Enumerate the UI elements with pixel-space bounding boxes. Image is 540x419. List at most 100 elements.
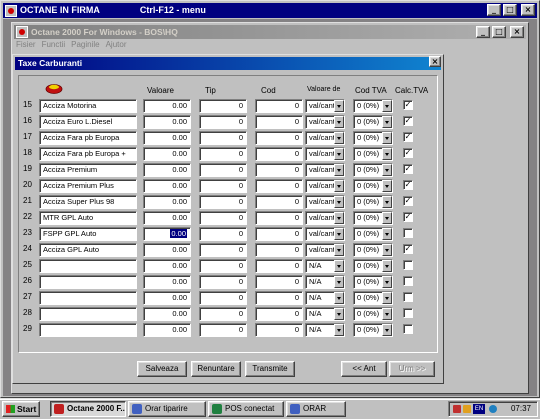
cod-field[interactable]: 0 <box>255 275 303 289</box>
inner-maximize-button[interactable]: □ <box>492 26 506 38</box>
cancel-button[interactable]: Renuntare <box>191 361 241 377</box>
previous-button[interactable]: << Ant <box>341 361 387 377</box>
valoare-de-select[interactable]: val/cant <box>305 115 345 129</box>
tax-name-field[interactable] <box>39 307 137 321</box>
chevron-down-icon[interactable] <box>334 148 344 160</box>
chevron-down-icon[interactable] <box>334 228 344 240</box>
inner-title-bar[interactable]: Octane 2000 For Windows - BOS\HQ _ □ × <box>14 25 526 39</box>
tax-name-field[interactable]: Acciza Premium <box>39 163 137 177</box>
tax-name-field[interactable]: FSPP GPL Auto <box>39 227 137 241</box>
cod-field[interactable]: 0 <box>255 307 303 321</box>
chevron-down-icon[interactable] <box>382 308 392 320</box>
valoare-field[interactable]: 0.00 <box>143 195 191 209</box>
chevron-down-icon[interactable] <box>334 212 344 224</box>
cod-field[interactable]: 0 <box>255 115 303 129</box>
calc-tva-checkbox[interactable]: ✓ <box>403 244 413 254</box>
chevron-down-icon[interactable] <box>334 260 344 272</box>
valoare-field[interactable]: 0.00 <box>143 211 191 225</box>
cod-field[interactable]: 0 <box>255 243 303 257</box>
cod-field[interactable]: 0 <box>255 195 303 209</box>
cod-tva-select[interactable]: 0 (0%) <box>353 323 393 337</box>
tip-field[interactable]: 0 <box>199 131 247 145</box>
chevron-down-icon[interactable] <box>382 132 392 144</box>
calc-tva-checkbox[interactable]: ✓ <box>403 180 413 190</box>
tip-field[interactable]: 0 <box>199 147 247 161</box>
cod-field[interactable]: 0 <box>255 211 303 225</box>
send-button[interactable]: Transmite <box>245 361 295 377</box>
valoare-field[interactable]: 0.00 <box>143 99 191 113</box>
cod-field[interactable]: 0 <box>255 179 303 193</box>
chevron-down-icon[interactable] <box>382 116 392 128</box>
cod-tva-select[interactable]: 0 (0%) <box>353 243 393 257</box>
main-title-bar[interactable]: OCTANE IN FIRMA Ctrl-F12 - menu _ □ × <box>3 3 537 18</box>
chevron-down-icon[interactable] <box>382 196 392 208</box>
taskbar-task[interactable]: POS conectat <box>208 401 284 417</box>
calc-tva-checkbox[interactable]: ✓ <box>403 212 413 222</box>
cod-tva-select[interactable]: 0 (0%) <box>353 275 393 289</box>
valoare-field[interactable]: 0.00 <box>143 115 191 129</box>
chevron-down-icon[interactable] <box>382 260 392 272</box>
tray-speaker-icon[interactable] <box>463 405 471 413</box>
cod-tva-select[interactable]: 0 (0%) <box>353 227 393 241</box>
chevron-down-icon[interactable] <box>382 212 392 224</box>
chevron-down-icon[interactable] <box>382 228 392 240</box>
cod-tva-select[interactable]: 0 (0%) <box>353 99 393 113</box>
tip-field[interactable]: 0 <box>199 307 247 321</box>
tip-field[interactable]: 0 <box>199 291 247 305</box>
chevron-down-icon[interactable] <box>382 324 392 336</box>
valoare-field[interactable]: 0.00 <box>143 275 191 289</box>
cod-tva-select[interactable]: 0 (0%) <box>353 179 393 193</box>
tip-field[interactable]: 0 <box>199 179 247 193</box>
tip-field[interactable]: 0 <box>199 243 247 257</box>
calc-tva-checkbox[interactable] <box>403 308 413 318</box>
valoare-de-select[interactable]: val/cant <box>305 211 345 225</box>
valoare-field[interactable]: 0.00 <box>143 147 191 161</box>
tax-name-field[interactable]: Acciza Euro L.Diesel <box>39 115 137 129</box>
cod-field[interactable]: 0 <box>255 99 303 113</box>
dialog-title-bar[interactable]: Taxe Carburanti <box>15 57 441 70</box>
chevron-down-icon[interactable] <box>382 276 392 288</box>
valoare-field[interactable]: 0.00 <box>143 323 191 337</box>
chevron-down-icon[interactable] <box>334 324 344 336</box>
cod-tva-select[interactable]: 0 (0%) <box>353 291 393 305</box>
valoare-field[interactable]: 0.00 <box>143 179 191 193</box>
tip-field[interactable]: 0 <box>199 259 247 273</box>
calc-tva-checkbox[interactable] <box>403 260 413 270</box>
cod-field[interactable]: 0 <box>255 291 303 305</box>
chevron-down-icon[interactable] <box>334 196 344 208</box>
valoare-de-select[interactable]: val/cant <box>305 147 345 161</box>
cod-tva-select[interactable]: 0 (0%) <box>353 115 393 129</box>
chevron-down-icon[interactable] <box>334 244 344 256</box>
chevron-down-icon[interactable] <box>334 100 344 112</box>
tip-field[interactable]: 0 <box>199 115 247 129</box>
tax-name-field[interactable] <box>39 291 137 305</box>
tax-name-field[interactable]: Acciza Fara pb Europa + <box>39 147 137 161</box>
tray-shield-icon[interactable] <box>453 405 461 413</box>
taskbar-task[interactable]: ORAR <box>286 401 346 417</box>
cod-tva-select[interactable]: 0 (0%) <box>353 163 393 177</box>
valoare-de-select[interactable]: val/cant <box>305 195 345 209</box>
inner-minimize-button[interactable]: _ <box>476 26 490 38</box>
cod-field[interactable]: 0 <box>255 323 303 337</box>
next-button[interactable]: Urm >> <box>389 361 435 377</box>
tax-name-field[interactable] <box>39 259 137 273</box>
valoare-field[interactable]: 0.00 <box>143 259 191 273</box>
tray-network-icon[interactable] <box>489 405 497 413</box>
tax-name-field[interactable] <box>39 275 137 289</box>
menu-paginile[interactable]: Paginile <box>71 40 99 52</box>
cod-tva-select[interactable]: 0 (0%) <box>353 307 393 321</box>
tax-name-field[interactable]: Acciza Premium Plus <box>39 179 137 193</box>
menu-ajutor[interactable]: Ajutor <box>106 40 127 52</box>
clock[interactable]: 07:37 <box>511 404 531 413</box>
valoare-field[interactable]: 0.00 <box>143 131 191 145</box>
cod-tva-select[interactable]: 0 (0%) <box>353 131 393 145</box>
valoare-field[interactable]: 0.00 <box>143 163 191 177</box>
valoare-field[interactable]: 0.00 <box>143 307 191 321</box>
cod-tva-select[interactable]: 0 (0%) <box>353 195 393 209</box>
chevron-down-icon[interactable] <box>334 292 344 304</box>
tax-name-field[interactable]: MTR GPL Auto <box>39 211 137 225</box>
maximize-button[interactable]: □ <box>503 4 517 16</box>
tax-name-field[interactable]: Acciza Super Plus 98 <box>39 195 137 209</box>
chevron-down-icon[interactable] <box>334 180 344 192</box>
valoare-de-select[interactable]: val/cant <box>305 99 345 113</box>
